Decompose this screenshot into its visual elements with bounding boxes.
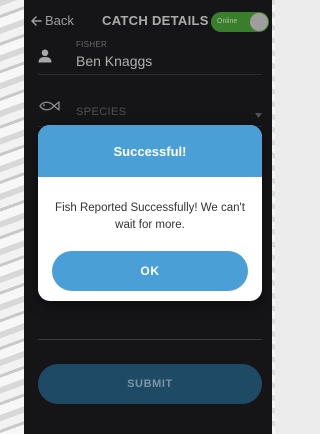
form-divider [38, 339, 262, 340]
background-texture-right [272, 0, 275, 434]
ok-button[interactable]: OK [52, 251, 248, 291]
dialog-title: Successful! [38, 125, 262, 177]
app-screen: Back CATCH DETAILS Online FISHER Ben Kna… [24, 0, 272, 434]
success-dialog: Successful! Fish Reported Successfully! … [38, 125, 262, 301]
background-texture-left [0, 0, 24, 434]
submit-button[interactable]: SUBMIT [38, 364, 262, 404]
dialog-message: Fish Reported Successfully! We can't wai… [55, 202, 245, 231]
